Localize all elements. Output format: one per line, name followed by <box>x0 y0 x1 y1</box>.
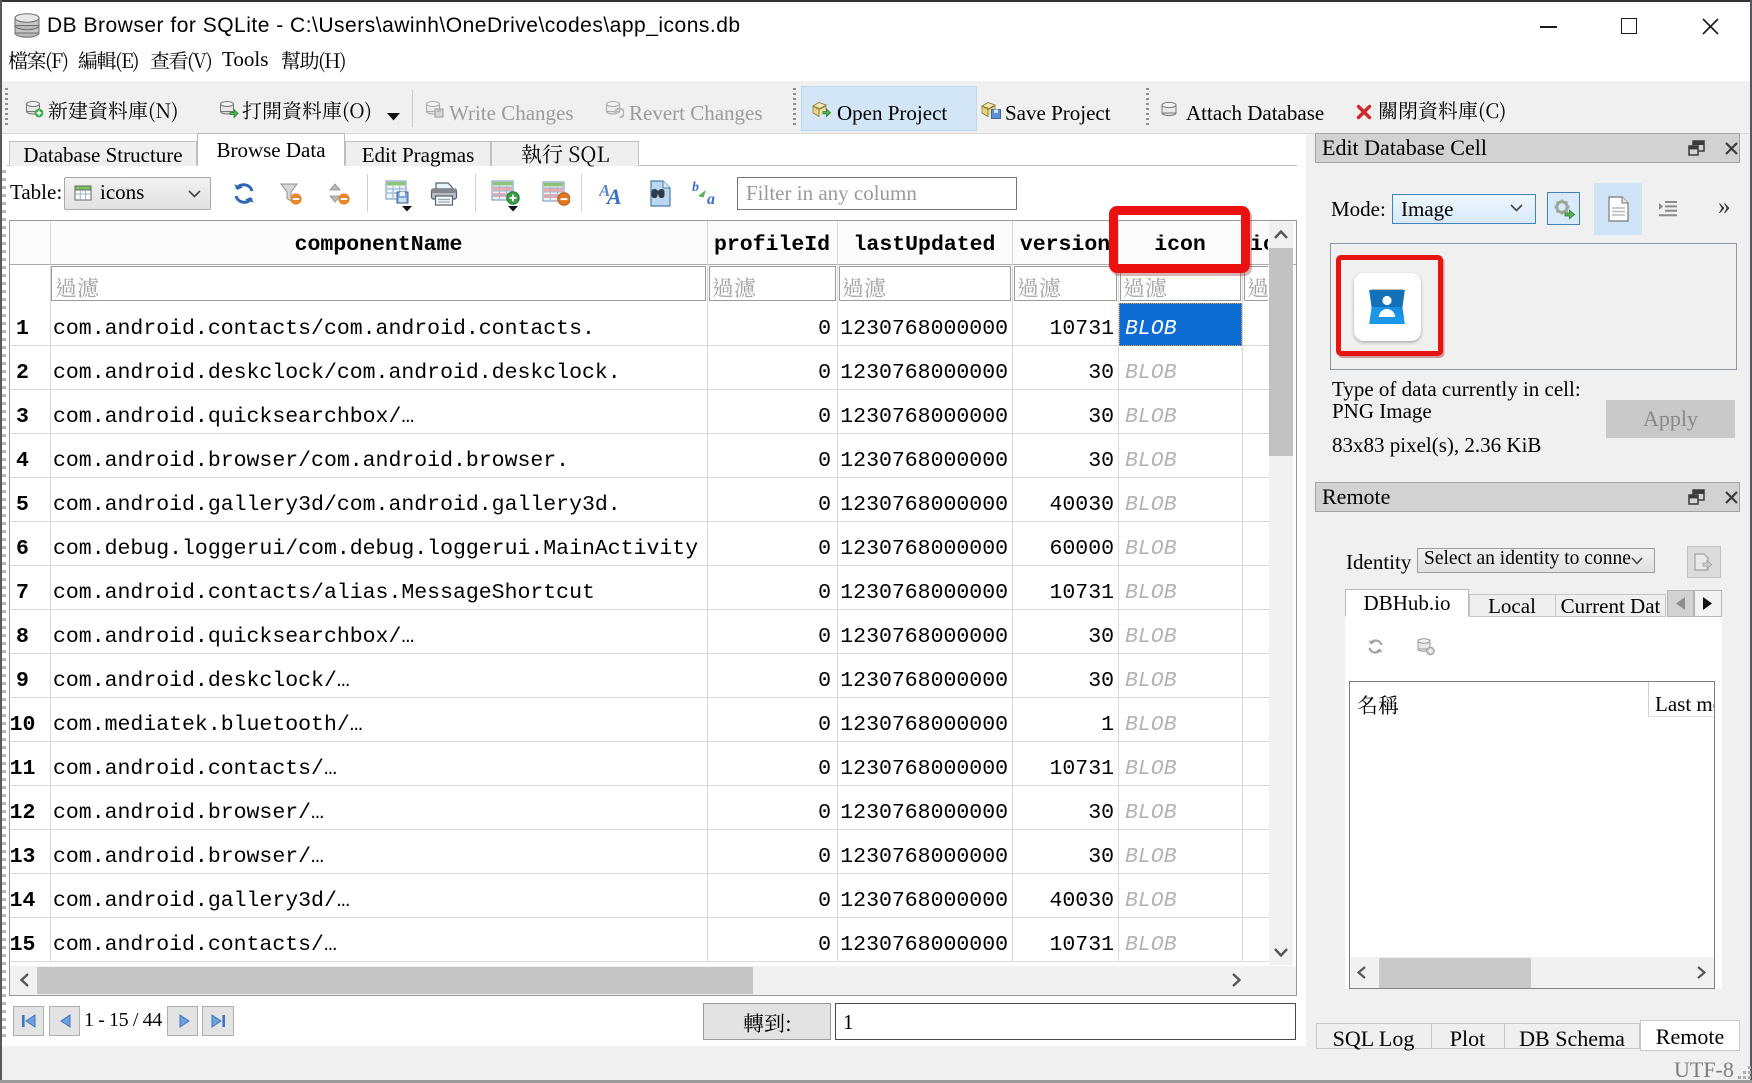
svg-text:b: b <box>692 180 699 195</box>
svg-text:a: a <box>707 191 715 206</box>
svg-text:A: A <box>605 184 622 206</box>
